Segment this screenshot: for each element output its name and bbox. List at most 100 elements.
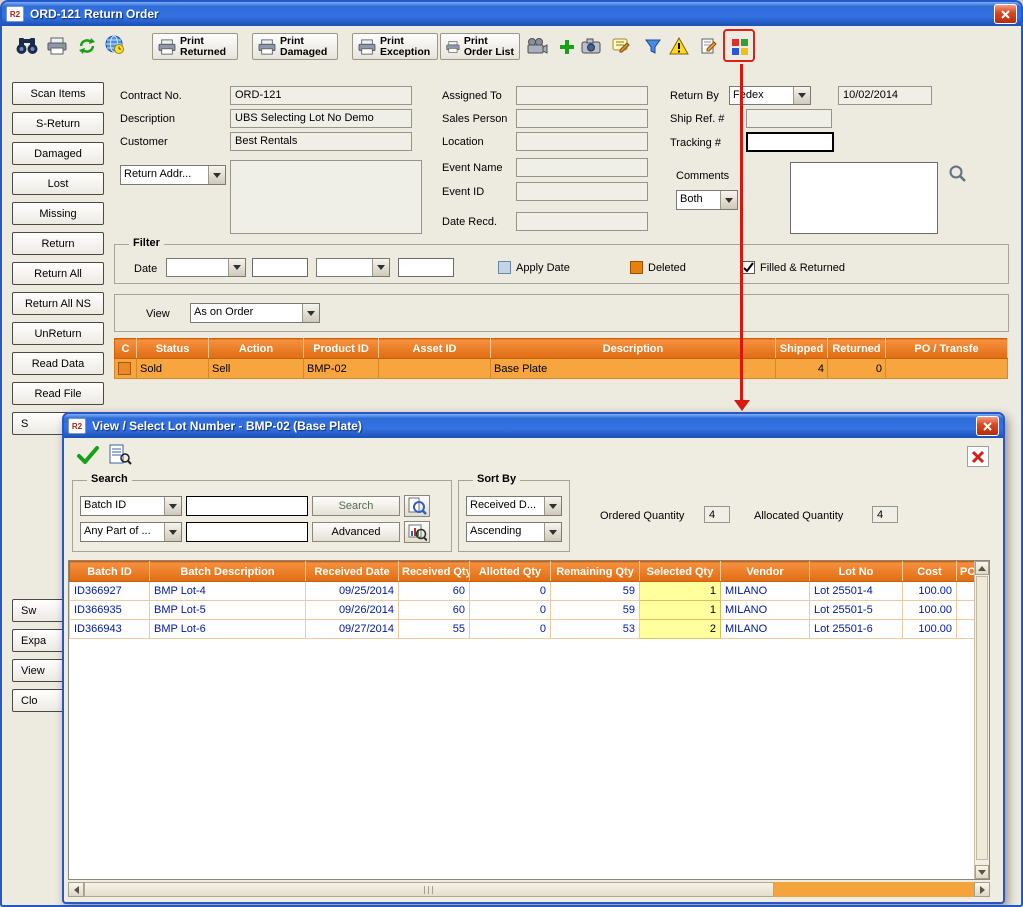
col-asset-id[interactable]: Asset ID [379, 339, 491, 359]
notes-button[interactable] [608, 33, 634, 59]
row-checkbox[interactable] [118, 362, 131, 375]
col-c[interactable]: C [115, 339, 137, 359]
sidebar-read-data-button[interactable]: Read Data [12, 352, 104, 375]
filter-date-input-1[interactable] [252, 258, 308, 277]
search-button[interactable]: Search [312, 496, 400, 516]
return-addr-dropdown[interactable]: Return Addr... [120, 165, 226, 185]
chevron-down-icon[interactable] [793, 87, 810, 104]
close-button[interactable] [994, 4, 1017, 24]
cell-remaining-qty[interactable]: 59 [551, 601, 640, 620]
cell-batch-id[interactable]: ID366943 [70, 620, 150, 639]
scroll-thumb-horizontal[interactable] [84, 882, 774, 897]
scroll-up-button[interactable] [975, 561, 989, 575]
sidebar-return-all-ns-button[interactable]: Return All NS [12, 292, 104, 315]
cell-received-date[interactable]: 09/26/2014 [306, 601, 399, 620]
dialog-close-button[interactable] [976, 416, 999, 436]
col-action[interactable]: Action [209, 339, 304, 359]
comments-mode-dropdown[interactable]: Both [676, 190, 738, 210]
world-time-button[interactable] [102, 32, 128, 58]
cell-po[interactable] [957, 620, 976, 639]
contract-no-field[interactable]: ORD-121 [230, 86, 412, 105]
cell-product-id[interactable]: BMP-02 [304, 359, 379, 379]
cell-lot-no[interactable]: Lot 25501-4 [810, 582, 903, 601]
print-damaged-button[interactable]: PrintDamaged [252, 33, 338, 60]
cell-lot-no[interactable]: Lot 25501-6 [810, 620, 903, 639]
location-field[interactable] [516, 132, 648, 151]
tracking-field[interactable] [746, 132, 834, 152]
col-po[interactable]: PO [957, 562, 976, 582]
cell-selected-qty[interactable]: 1 [640, 582, 721, 601]
cell-action[interactable]: Sell [209, 359, 304, 379]
sidebar-s-return-button[interactable]: S-Return [12, 112, 104, 135]
col-batch-description[interactable]: Batch Description [150, 562, 306, 582]
add-button[interactable] [554, 34, 580, 60]
alerts-button[interactable] [666, 33, 692, 59]
sidebar-missing-button[interactable]: Missing [12, 202, 104, 225]
cell-batch-description[interactable]: BMP Lot-6 [150, 620, 306, 639]
sidebar-return-button[interactable]: Return [12, 232, 104, 255]
sidebar-read-file-button[interactable]: Read File [12, 382, 104, 405]
cell-received-qty[interactable]: 60 [399, 582, 470, 601]
col-allotted-qty[interactable]: Allotted Qty [470, 562, 551, 582]
col-product-id[interactable]: Product ID [304, 339, 379, 359]
filter-date-dropdown-2[interactable] [316, 258, 390, 277]
col-returned[interactable]: Returned [828, 339, 886, 359]
scroll-down-button[interactable] [975, 865, 989, 879]
col-status[interactable]: Status [137, 339, 209, 359]
col-vendor[interactable]: Vendor [721, 562, 810, 582]
cell-cost[interactable]: 100.00 [903, 582, 957, 601]
scroll-left-button[interactable] [68, 882, 84, 897]
comments-field[interactable] [790, 162, 938, 234]
cell-selected-qty[interactable]: 1 [640, 601, 721, 620]
cell-description[interactable]: Base Plate [491, 359, 776, 379]
order-row[interactable]: Sold Sell BMP-02 Base Plate 4 0 [115, 359, 1008, 379]
cell-status[interactable]: Sold [137, 359, 209, 379]
filled-returned-checkbox[interactable] [742, 261, 755, 274]
cell-received-qty[interactable]: 55 [399, 620, 470, 639]
chevron-down-icon[interactable] [544, 523, 561, 541]
cell-batch-description[interactable]: BMP Lot-4 [150, 582, 306, 601]
cell-batch-id[interactable]: ID366927 [70, 582, 150, 601]
dialog-cancel-button[interactable] [967, 446, 989, 467]
event-name-field[interactable] [516, 158, 648, 177]
vertical-scrollbar[interactable] [974, 561, 989, 879]
cell-allotted-qty[interactable]: 0 [470, 582, 551, 601]
chevron-down-icon[interactable] [164, 497, 181, 515]
cell-batch-id[interactable]: ID366935 [70, 601, 150, 620]
return-address-area[interactable] [230, 160, 422, 234]
event-id-field[interactable] [516, 182, 648, 201]
col-batch-id[interactable]: Batch ID [70, 562, 150, 582]
advanced-button[interactable]: Advanced [312, 522, 400, 542]
cell-vendor[interactable]: MILANO [721, 601, 810, 620]
print-returned-button[interactable]: PrintReturned [152, 33, 238, 60]
horizontal-scrollbar[interactable] [68, 882, 990, 897]
deleted-checkbox[interactable] [630, 261, 643, 274]
cell-po[interactable] [957, 582, 976, 601]
assigned-to-field[interactable] [516, 86, 648, 105]
search-input-1[interactable] [186, 496, 308, 516]
cell-vendor[interactable]: MILANO [721, 620, 810, 639]
cell-allotted-qty[interactable]: 0 [470, 601, 551, 620]
date-recd-field[interactable] [516, 212, 648, 231]
print-button[interactable] [44, 33, 70, 59]
cell-lot-no[interactable]: Lot 25501-5 [810, 601, 903, 620]
media-button[interactable] [524, 33, 550, 59]
chevron-down-icon[interactable] [228, 259, 245, 276]
sidebar-return-all-button[interactable]: Return All [12, 262, 104, 285]
cell-remaining-qty[interactable]: 59 [551, 582, 640, 601]
print-exception-button[interactable]: PrintException [352, 33, 438, 60]
chevron-down-icon[interactable] [208, 166, 225, 184]
cell-batch-description[interactable]: BMP Lot-5 [150, 601, 306, 620]
filter-date-input-2[interactable] [398, 258, 454, 277]
cell-selected-qty[interactable]: 2 [640, 620, 721, 639]
col-po-transfer[interactable]: PO / Transfe [886, 339, 1008, 359]
chevron-down-icon[interactable] [544, 497, 561, 515]
cell-shipped[interactable]: 4 [776, 359, 828, 379]
sort-by-dropdown[interactable]: Received D... [466, 496, 562, 516]
cell-allotted-qty[interactable]: 0 [470, 620, 551, 639]
comments-search-button[interactable] [948, 164, 966, 185]
refresh-button[interactable] [74, 33, 100, 59]
sidebar-damaged-button[interactable]: Damaged [12, 142, 104, 165]
select-lot-number-button[interactable] [727, 34, 753, 60]
col-cost[interactable]: Cost [903, 562, 957, 582]
